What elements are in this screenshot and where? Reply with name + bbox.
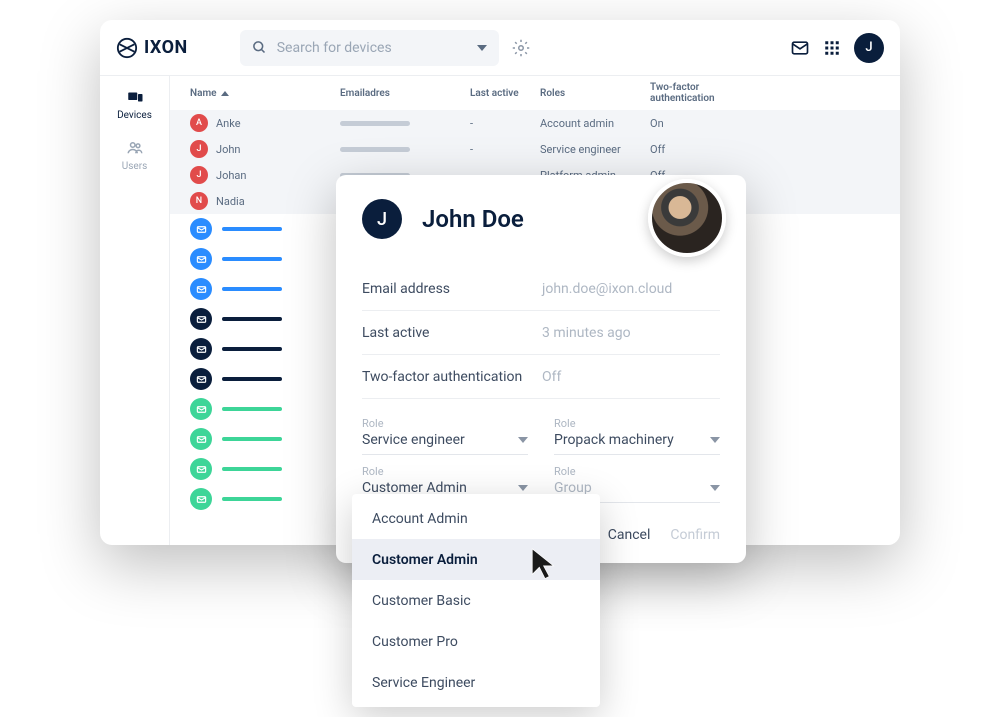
item-bar	[222, 497, 282, 501]
table-row[interactable]: J John -Service engineerOff	[170, 136, 900, 162]
column-tfa[interactable]: Two-factor authentication	[650, 82, 750, 104]
item-bar	[222, 437, 282, 441]
sidebar-item-users[interactable]: Users	[122, 139, 148, 172]
modal-user-name: John Doe	[422, 205, 524, 233]
mail-button[interactable]	[790, 38, 810, 58]
field-last-active: Last active 3 minutes ago	[362, 311, 720, 355]
sidebar-item-devices[interactable]: Devices	[117, 88, 152, 121]
sort-asc-icon	[221, 91, 229, 96]
item-bar	[222, 287, 282, 291]
field-tfa: Two-factor authentication Off	[362, 355, 720, 399]
last-active-label: Last active	[362, 325, 542, 341]
row-name: Johan	[216, 169, 246, 182]
row-tfa: Off	[650, 143, 750, 156]
devices-icon	[125, 88, 145, 106]
mail-icon	[190, 338, 212, 360]
item-bar	[222, 407, 282, 411]
gear-icon	[512, 39, 530, 57]
chevron-down-icon	[710, 437, 720, 443]
role-label: Role	[362, 417, 528, 430]
tfa-value: Off	[542, 369, 561, 385]
mail-icon	[190, 488, 212, 510]
column-email[interactable]: Emailadres	[340, 88, 470, 99]
mail-icon	[190, 398, 212, 420]
dropdown-option[interactable]: Customer Pro	[352, 621, 600, 662]
mail-icon	[190, 308, 212, 330]
table-header: Name Emailadres Last active Roles Two-fa…	[170, 76, 900, 110]
row-last-active: -	[470, 117, 540, 130]
search-input[interactable]	[277, 40, 467, 56]
row-tfa: On	[650, 117, 750, 130]
cancel-button[interactable]: Cancel	[608, 527, 651, 543]
mail-icon	[190, 368, 212, 390]
role-label: Role	[554, 465, 720, 478]
mail-icon	[190, 248, 212, 270]
tfa-label: Two-factor authentication	[362, 369, 542, 385]
apps-button[interactable]	[822, 38, 842, 58]
settings-button[interactable]	[511, 38, 531, 58]
row-avatar: N	[190, 192, 208, 210]
item-bar	[222, 317, 282, 321]
row-name: John	[216, 143, 240, 156]
mail-icon	[790, 38, 810, 58]
search-dropdown-icon[interactable]	[477, 45, 487, 51]
role-select-1[interactable]: Role Service engineer	[362, 417, 528, 455]
mail-icon	[190, 278, 212, 300]
modal-user-photo	[648, 179, 726, 257]
mail-icon	[190, 218, 212, 240]
brand-text: IXON	[144, 37, 188, 58]
item-bar	[222, 227, 282, 231]
chevron-down-icon	[710, 485, 720, 491]
sidebar-devices-label: Devices	[117, 110, 152, 121]
row-name: Nadia	[216, 195, 245, 208]
role-dropdown: Account AdminCustomer AdminCustomer Basi…	[352, 494, 600, 707]
row-role: Account admin	[540, 117, 650, 130]
item-bar	[222, 377, 282, 381]
email-placeholder	[340, 121, 410, 126]
item-bar	[222, 347, 282, 351]
table-row[interactable]: A Anke -Account adminOn	[170, 110, 900, 136]
sidebar: Devices Users	[100, 76, 170, 545]
sidebar-users-label: Users	[122, 161, 148, 172]
search-bar[interactable]	[240, 30, 499, 66]
role-select-2[interactable]: Role Propack machinery	[554, 417, 720, 455]
column-last-active[interactable]: Last active	[470, 88, 540, 99]
item-bar	[222, 257, 282, 261]
mail-icon	[190, 428, 212, 450]
dropdown-option[interactable]: Service Engineer	[352, 662, 600, 703]
last-active-value: 3 minutes ago	[542, 325, 631, 341]
row-role: Service engineer	[540, 143, 650, 156]
email-placeholder	[340, 147, 410, 152]
dropdown-option[interactable]: Customer Basic	[352, 580, 600, 621]
users-icon	[125, 139, 145, 157]
chevron-down-icon	[518, 485, 528, 491]
search-icon	[252, 40, 267, 55]
row-avatar: J	[190, 166, 208, 184]
email-label: Email address	[362, 281, 542, 297]
dropdown-option[interactable]: Customer Admin	[352, 539, 600, 580]
chevron-down-icon	[518, 437, 528, 443]
column-roles[interactable]: Roles	[540, 88, 650, 99]
dropdown-option[interactable]: Account Admin	[352, 498, 600, 539]
row-avatar: A	[190, 114, 208, 132]
row-name: Anke	[216, 117, 241, 130]
modal-avatar: J	[362, 199, 402, 239]
column-name[interactable]: Name	[190, 88, 340, 99]
confirm-button[interactable]: Confirm	[670, 527, 720, 543]
user-avatar[interactable]: J	[854, 33, 884, 63]
email-value: john.doe@ixon.cloud	[542, 281, 672, 297]
row-avatar: J	[190, 140, 208, 158]
item-bar	[222, 467, 282, 471]
field-email: Email address john.doe@ixon.cloud	[362, 267, 720, 311]
mail-icon	[190, 458, 212, 480]
role-label: Role	[554, 417, 720, 430]
brand-logo: IXON	[116, 37, 188, 59]
apps-icon	[823, 39, 841, 57]
avatar-initial: J	[865, 40, 872, 55]
logo-icon	[116, 37, 138, 59]
topbar: IXON J	[100, 20, 900, 76]
role-label: Role	[362, 465, 528, 478]
row-last-active: -	[470, 143, 540, 156]
